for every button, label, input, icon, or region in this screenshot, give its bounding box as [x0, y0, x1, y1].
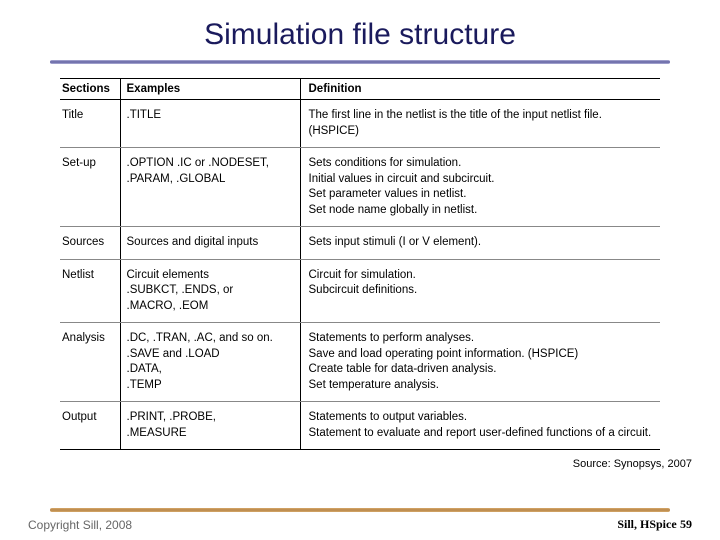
cell-definition: Circuit for simulation.Subcircuit defini…: [300, 259, 660, 323]
cell-section: Output: [60, 402, 120, 450]
structure-table: Sections Examples Definition Title.TITLE…: [60, 78, 660, 450]
header-examples: Examples: [120, 79, 300, 100]
cell-section: Set-up: [60, 148, 120, 227]
header-definition: Definition: [300, 79, 660, 100]
header-sections: Sections: [60, 79, 120, 100]
cell-definition: Sets input stimuli (I or V element).: [300, 227, 660, 260]
cell-examples: .TITLE: [120, 100, 300, 148]
cell-examples: .OPTION .IC or .NODESET,.PARAM, .GLOBAL: [120, 148, 300, 227]
table-row: NetlistCircuit elements.SUBKCT, .ENDS, o…: [60, 259, 660, 323]
title-underline: [50, 60, 670, 64]
cell-examples: .PRINT, .PROBE,.MEASURE: [120, 402, 300, 450]
page-number: 59: [680, 517, 692, 531]
cell-examples: Circuit elements.SUBKCT, .ENDS, or.MACRO…: [120, 259, 300, 323]
table-row: Analysis.DC, .TRAN, .AC, and so on..SAVE…: [60, 323, 660, 402]
footer-label: Sill, HSpice: [617, 517, 676, 531]
cell-definition: Statements to perform analyses.Save and …: [300, 323, 660, 402]
table-row: Output.PRINT, .PROBE,.MEASUREStatements …: [60, 402, 660, 450]
cell-section: Title: [60, 100, 120, 148]
cell-definition: Sets conditions for simulation.Initial v…: [300, 148, 660, 227]
cell-section: Analysis: [60, 323, 120, 402]
footer-divider: [50, 508, 670, 512]
table-header-row: Sections Examples Definition: [60, 79, 660, 100]
cell-section: Sources: [60, 227, 120, 260]
slide-title: Simulation file structure: [0, 0, 720, 52]
table-row: Set-up.OPTION .IC or .NODESET,.PARAM, .G…: [60, 148, 660, 227]
cell-examples: .DC, .TRAN, .AC, and so on..SAVE and .LO…: [120, 323, 300, 402]
cell-definition: Statements to output variables.Statement…: [300, 402, 660, 450]
table-row: Title.TITLEThe first line in the netlist…: [60, 100, 660, 148]
cell-examples: Sources and digital inputs: [120, 227, 300, 260]
source-citation: Source: Synopsys, 2007: [0, 458, 692, 470]
copyright-text: Copyright Sill, 2008: [28, 518, 132, 532]
page-footer: Sill, HSpice 59: [617, 517, 692, 532]
table-row: SourcesSources and digital inputsSets in…: [60, 227, 660, 260]
cell-definition: The first line in the netlist is the tit…: [300, 100, 660, 148]
cell-section: Netlist: [60, 259, 120, 323]
